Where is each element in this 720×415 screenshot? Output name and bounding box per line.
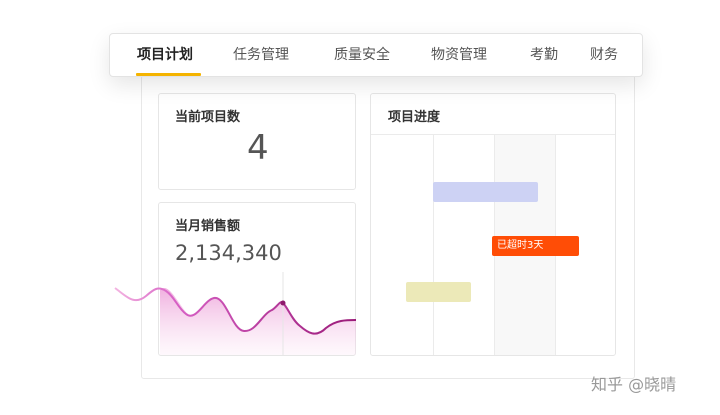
dashboard-panel: 当前项目数 4 当月销售额 2,134,340 项目进度 已超时3天 <box>141 75 635 379</box>
tab-materials[interactable]: 物资管理 <box>431 34 487 76</box>
gantt-divider <box>433 135 434 355</box>
active-tab-indicator <box>136 73 201 76</box>
tab-attendance[interactable]: 考勤 <box>530 34 558 76</box>
tab-bar: 项目计划 任务管理 质量安全 物资管理 考勤 财务 <box>109 33 643 77</box>
monthly-sales-value: 2,134,340 <box>175 241 282 265</box>
overdue-label: 已超时3天 <box>497 240 544 251</box>
gantt-task-bar[interactable] <box>406 282 471 302</box>
tab-project-plan[interactable]: 项目计划 <box>137 34 193 76</box>
watermark: 知乎 @晓晴 <box>591 375 677 394</box>
gantt-task-bar[interactable] <box>433 182 538 202</box>
monthly-sales-title: 当月销售额 <box>175 219 241 234</box>
current-projects-title: 当前项目数 <box>175 110 241 125</box>
tab-task-management[interactable]: 任务管理 <box>233 34 289 76</box>
project-progress-title: 项目进度 <box>388 110 441 125</box>
current-projects-value: 4 <box>247 128 269 168</box>
tab-finance[interactable]: 财务 <box>590 34 618 76</box>
gantt-overdue-bar[interactable]: 已超时3天 <box>492 236 579 256</box>
project-progress-card: 项目进度 已超时3天 <box>370 93 616 356</box>
tab-quality-safety[interactable]: 质量安全 <box>334 34 390 76</box>
monthly-sales-card: 当月销售额 2,134,340 <box>158 202 356 356</box>
current-projects-card: 当前项目数 4 <box>158 93 356 190</box>
gantt-area: 已超时3天 <box>371 134 615 355</box>
